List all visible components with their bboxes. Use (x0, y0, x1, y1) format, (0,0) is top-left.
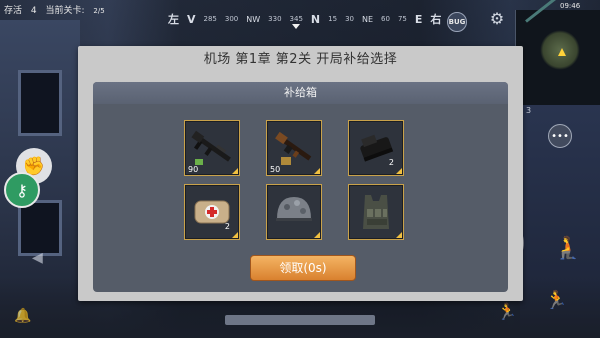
item-slot-medkit[interactable]: 2 (184, 184, 240, 240)
side-number: 3 (526, 106, 532, 115)
window (18, 70, 62, 136)
key-button[interactable]: ⚷ (4, 172, 40, 208)
minimap[interactable] (515, 0, 600, 105)
compass-tick: 285 (203, 15, 217, 23)
alive-count: 4 (30, 6, 37, 16)
corner-marker (314, 232, 320, 238)
item-count: 50 (270, 165, 281, 174)
sprint-icon[interactable]: 🏃 (497, 302, 517, 321)
player-marker-icon (558, 48, 566, 56)
corner-marker (396, 168, 402, 174)
compass-right: 右 (430, 13, 442, 26)
battery-time: 09:46 (560, 2, 581, 10)
compass-n: N (310, 12, 321, 26)
bell-icon[interactable]: 🔔 (14, 308, 31, 324)
compass-v: V (187, 12, 196, 26)
item-slot-rifle[interactable]: 90 (184, 120, 240, 176)
status-bar: 存活 4 当前关卡: 2/5 (4, 3, 111, 16)
item-slot-smg[interactable]: 50 (266, 120, 322, 176)
item-slot-vest[interactable] (348, 184, 404, 240)
level-value: 2/5 (93, 7, 105, 15)
prone-icon[interactable]: 🏃 (545, 290, 567, 311)
corner-marker (396, 232, 402, 238)
compass-tick: 330 (268, 15, 282, 23)
compass-tick: 75 (397, 15, 407, 23)
scope-icon (360, 134, 394, 162)
panel-title: 补给箱 (93, 82, 508, 104)
claim-button[interactable]: 领取(0s) (250, 255, 356, 281)
helmet-icon (276, 197, 312, 221)
corner-marker (232, 168, 238, 174)
compass-tick: 60 (381, 15, 390, 23)
item-count: 90 (188, 165, 199, 174)
corner-marker (232, 232, 238, 238)
compass-tick: 30 (345, 15, 354, 23)
item-slot-scope[interactable]: 2 (348, 120, 404, 176)
medkit-icon (194, 200, 230, 224)
level-label: 当前关卡: (45, 6, 85, 16)
item-count: 2 (224, 222, 230, 231)
gear-icon[interactable]: ⚙ (488, 10, 506, 28)
crouch-icon[interactable]: 🧎 (554, 236, 581, 261)
key-icon: ⚷ (16, 180, 28, 200)
chat-icon: ••• (551, 130, 569, 142)
compass-left: 左 (168, 13, 179, 26)
corner-marker (314, 168, 320, 174)
item-count: 2 (388, 158, 394, 167)
compass-e: E (414, 12, 423, 26)
compass-marker-icon (292, 24, 300, 29)
arrow-left-icon[interactable]: ◀ (32, 250, 43, 266)
window (18, 200, 62, 256)
compass-tick: 345 (289, 15, 303, 23)
supply-dialog: 机场 第1章 第2关 开局补给选择 补给箱 90 50 2 2 领取(0s) (78, 46, 523, 301)
compass-nw: NW (246, 14, 261, 24)
chat-button[interactable]: ••• (548, 124, 572, 148)
compass-tick: 300 (224, 15, 239, 23)
compass-ne: NE (361, 14, 374, 24)
dialog-title: 机场 第1章 第2关 开局补给选择 (203, 52, 398, 67)
bug-report-button[interactable]: BUG (447, 12, 467, 32)
bottom-bar (225, 315, 375, 325)
item-slot-helmet[interactable] (266, 184, 322, 240)
vest-icon (363, 195, 389, 229)
alive-label: 存活 (4, 6, 23, 16)
compass-tick: 15 (328, 15, 338, 23)
